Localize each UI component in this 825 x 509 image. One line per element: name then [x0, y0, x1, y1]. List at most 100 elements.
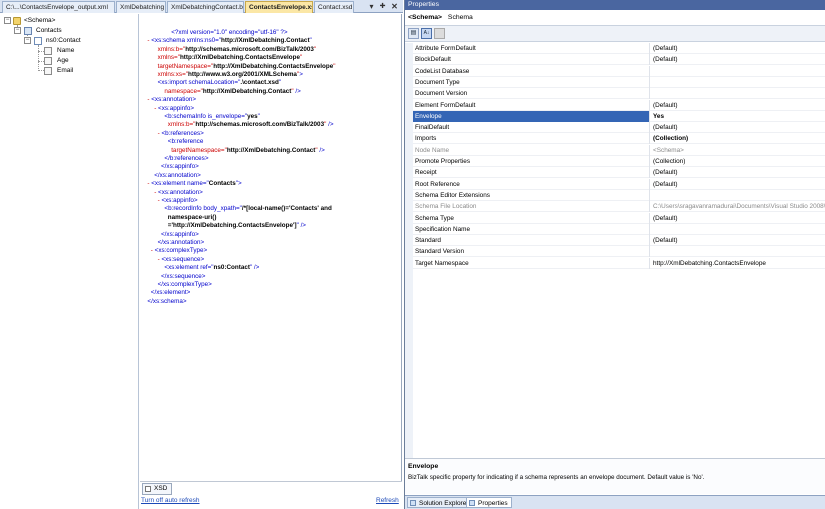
property-row[interactable]: Promote Properties (Collection): [413, 156, 825, 167]
tree-node-age[interactable]: Age: [57, 56, 69, 66]
property-value[interactable]: (Collection): [651, 156, 825, 167]
property-row[interactable]: Standard Version: [413, 246, 825, 258]
property-row[interactable]: Receipt (Default): [413, 167, 825, 179]
property-row[interactable]: FinalDefault (Default): [413, 122, 825, 134]
property-value[interactable]: [651, 77, 825, 88]
close-tab-icon[interactable]: ✕: [390, 1, 399, 12]
object-selector[interactable]: <Schema> Schema: [405, 10, 825, 26]
property-value[interactable]: [651, 88, 825, 99]
property-row[interactable]: CodeList Database: [413, 65, 825, 77]
xml-token: http://XmlDebatching.Contact: [221, 37, 310, 45]
object-selector-tag: <Schema>: [408, 14, 443, 21]
property-value[interactable]: (Default): [651, 167, 825, 178]
property-row[interactable]: Document Version: [413, 88, 825, 100]
tree-node-email[interactable]: Email: [57, 66, 73, 76]
property-value[interactable]: [651, 224, 825, 235]
property-row[interactable]: Standard (Default): [413, 235, 825, 247]
property-value[interactable]: (Collection): [651, 133, 825, 144]
property-value[interactable]: [651, 190, 825, 201]
property-row[interactable]: Element FormDefault (Default): [413, 99, 825, 111]
xml-token: ='http://XmlDebatching.ContactsEnvelope'…: [167, 222, 297, 230]
refresh-link[interactable]: Refresh: [376, 497, 399, 504]
xsd-view-tab[interactable]: XSD: [142, 483, 172, 495]
property-value[interactable]: [651, 66, 825, 77]
property-name: Element FormDefault: [413, 99, 650, 111]
property-row[interactable]: Document Type: [413, 76, 825, 88]
tree-node-ns0-contact[interactable]: ns0:Contact: [46, 36, 81, 46]
tree-node-name[interactable]: Name: [57, 46, 74, 56]
property-value[interactable]: (Default): [651, 100, 825, 111]
property-name: Document Type: [413, 76, 650, 88]
xml-token: ">: [235, 180, 242, 188]
tab-properties[interactable]: Properties: [466, 497, 512, 508]
xml-token: />: [317, 146, 325, 154]
xml-token: http://schemas.microsoft.com/BizTalk/200…: [185, 45, 314, 53]
property-pages-icon[interactable]: [434, 28, 445, 39]
property-name: Schema File Location: [413, 201, 650, 213]
collapse-schema-toggle[interactable]: −: [4, 17, 11, 24]
field-icon: [44, 67, 52, 75]
xml-token: ns0:Contact: [213, 264, 250, 272]
categorized-icon[interactable]: ▤: [408, 28, 419, 39]
property-row[interactable]: Envelope Yes: [413, 110, 825, 122]
collapse-contact-toggle[interactable]: −: [24, 37, 31, 44]
tool-window-tabs: Solution Explorer Properties: [405, 495, 825, 509]
property-value[interactable]: (Default): [651, 43, 825, 54]
property-value[interactable]: C:\Users\sragavanramadurai\Documents\Vis…: [651, 201, 825, 212]
xml-line: </xs:schema>: [147, 297, 186, 306]
property-row[interactable]: Schema Type (Default): [413, 212, 825, 224]
alphabetical-icon[interactable]: A↓: [421, 28, 432, 39]
property-value[interactable]: (Default): [651, 179, 825, 190]
xml-token: </b:references>: [164, 155, 209, 162]
property-name: Schema Type: [413, 212, 650, 224]
xml-token: targetNamespace=": [157, 62, 214, 70]
property-row[interactable]: Root Reference (Default): [413, 178, 825, 190]
property-name: Standard Version: [413, 246, 650, 258]
tab-list-dropdown-icon[interactable]: ▾: [367, 1, 376, 12]
property-row[interactable]: Node Name <Schema>: [413, 144, 825, 156]
property-row[interactable]: Schema Editor Extensions: [413, 189, 825, 201]
property-row[interactable]: Specification Name: [413, 223, 825, 235]
property-value[interactable]: Yes: [651, 111, 825, 122]
property-value[interactable]: (Default): [651, 235, 825, 246]
property-row[interactable]: Imports (Collection): [413, 133, 825, 145]
xml-view-pane[interactable]: <?xml version="1.0" encoding="utf-16" ?>…: [140, 14, 402, 481]
xml-token: xmlns:xs=": [157, 71, 188, 78]
xml-token: http://XmlDebatching.Contact: [202, 87, 292, 95]
collapse-contacts-toggle[interactable]: −: [14, 27, 21, 34]
property-value[interactable]: [651, 246, 825, 257]
property-row[interactable]: Schema File Location C:\Users\sragavanram…: [413, 201, 825, 213]
property-value[interactable]: (Default): [651, 122, 825, 133]
property-name: Node Name: [413, 144, 650, 156]
turn-off-auto-refresh-link[interactable]: Turn off auto refresh: [141, 497, 200, 504]
xml-token: <b:schemaInfo is_envelope=": [164, 113, 248, 120]
root-node-icon: [24, 27, 32, 35]
tab-contacts-envelope-output[interactable]: C:\...\ContactsEnvelope_output.xml: [2, 1, 115, 13]
tree-node-schema[interactable]: <Schema>: [24, 16, 55, 26]
xsd-icon: [145, 486, 151, 492]
property-name: Target Namespace: [413, 257, 650, 269]
property-value[interactable]: (Default): [651, 213, 825, 224]
xml-token: ": [333, 62, 336, 70]
xml-token: <xs:annotation>: [151, 96, 197, 104]
xml-token: </xs:annotation>: [157, 239, 205, 246]
tree-node-contacts[interactable]: Contacts: [36, 26, 62, 36]
property-row[interactable]: Target Namespace http://XmlDebatching.Con…: [413, 257, 825, 269]
tab-solution-explorer[interactable]: Solution Explorer: [407, 497, 473, 508]
tab-contacts-envelope-xsd[interactable]: ContactsEnvelope.xsd: [245, 1, 313, 13]
pin-tab-icon[interactable]: ✚: [378, 1, 387, 12]
xml-token: <xs:sequence>: [161, 255, 205, 263]
property-value[interactable]: http://XmlDebatching.ContactsEnvelope: [651, 258, 825, 269]
property-value[interactable]: (Default): [651, 54, 825, 65]
document-tab-strip: C:\...\ContactsEnvelope_output.xml XmlDe…: [0, 0, 403, 13]
property-grid-margin: [405, 43, 413, 458]
properties-title: Properties: [405, 0, 825, 10]
tab-xml-debatching[interactable]: XmlDebatching: [116, 1, 166, 13]
property-row[interactable]: Attribute FormDefault (Default): [413, 43, 825, 54]
property-row[interactable]: BlockDefault (Default): [413, 54, 825, 66]
tab-contact-xsd[interactable]: Contact.xsd: [314, 1, 354, 13]
property-value[interactable]: <Schema>: [651, 145, 825, 156]
property-name: Envelope: [413, 110, 650, 122]
tab-xml-debatching-contact-btp[interactable]: XmlDebatchingContact.btp: [167, 1, 244, 13]
xml-token: ": [299, 54, 303, 62]
